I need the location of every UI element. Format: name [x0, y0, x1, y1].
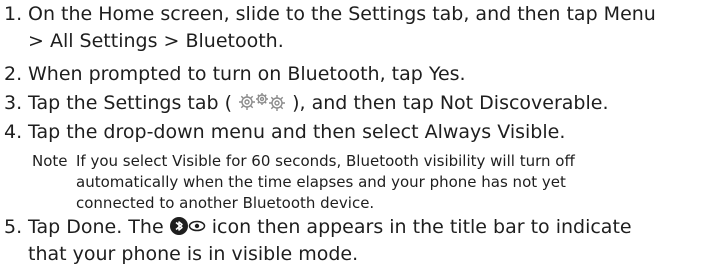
note-text: , Bluetooth visibility will turn off — [336, 152, 575, 170]
step-text: Tap the drop-down menu and then select — [28, 121, 425, 143]
step-5-continuation: that your phone is in visible mode. — [28, 243, 359, 265]
note-line-2: automatically when the time elapses and … — [76, 173, 566, 191]
ui-path-bluetooth: > All Settings > Bluetooth — [28, 30, 278, 52]
settings-gears-icon — [238, 92, 286, 117]
step-text: Tap — [28, 216, 67, 238]
ui-term-menu: Menu — [603, 3, 656, 25]
step-1: 1. On the Home screen, slide to the Setti… — [4, 3, 656, 25]
step-1-continuation: > All Settings > Bluetooth. — [28, 30, 284, 52]
step-text: On the Home screen, slide to the Setting… — [28, 3, 604, 25]
bluetooth-visible-icon — [169, 216, 206, 241]
step-number: 2. — [4, 63, 23, 85]
step-number: 5. — [4, 216, 23, 238]
step-number: 3. — [4, 92, 23, 114]
step-number: 1. — [4, 3, 23, 25]
step-text: . — [277, 30, 284, 52]
step-text: Tap the Settings tab ( — [28, 92, 239, 114]
step-2: 2. When prompted to turn on Bluetooth, ta… — [4, 63, 466, 85]
note-line-3: connected to another Bluetooth device. — [76, 194, 375, 212]
ui-term-not-discoverable: Not Discoverable — [439, 92, 603, 114]
note-label: Note — [32, 152, 68, 170]
step-text-end: . — [602, 92, 609, 114]
note-line-1: If you select Visible for 60 seconds, Bl… — [76, 152, 575, 170]
step-4: 4. Tap the drop-down menu and then select… — [4, 121, 565, 143]
step-5: 5. Tap Done. The icon then appears in the… — [4, 216, 632, 241]
ui-term-done: Done — [66, 216, 117, 238]
ui-term-visible-60: Visible for 60 seconds — [172, 152, 337, 170]
step-text: ), and then tap — [286, 92, 440, 114]
step-number: 4. — [4, 121, 23, 143]
step-text-end: . — [559, 121, 566, 143]
step-text: icon then appears in the title bar to in… — [205, 216, 632, 238]
step-3: 3. Tap the Settings tab ( ), and then tap… — [4, 92, 609, 117]
step-text: . The — [116, 216, 170, 238]
step-text: When prompted to turn on Bluetooth, tap — [28, 63, 429, 85]
ui-term-yes: Yes — [428, 63, 460, 85]
ui-term-always-visible: Always Visible — [424, 121, 560, 143]
note-text: If you select — [76, 152, 173, 170]
step-text-end: . — [459, 63, 466, 85]
